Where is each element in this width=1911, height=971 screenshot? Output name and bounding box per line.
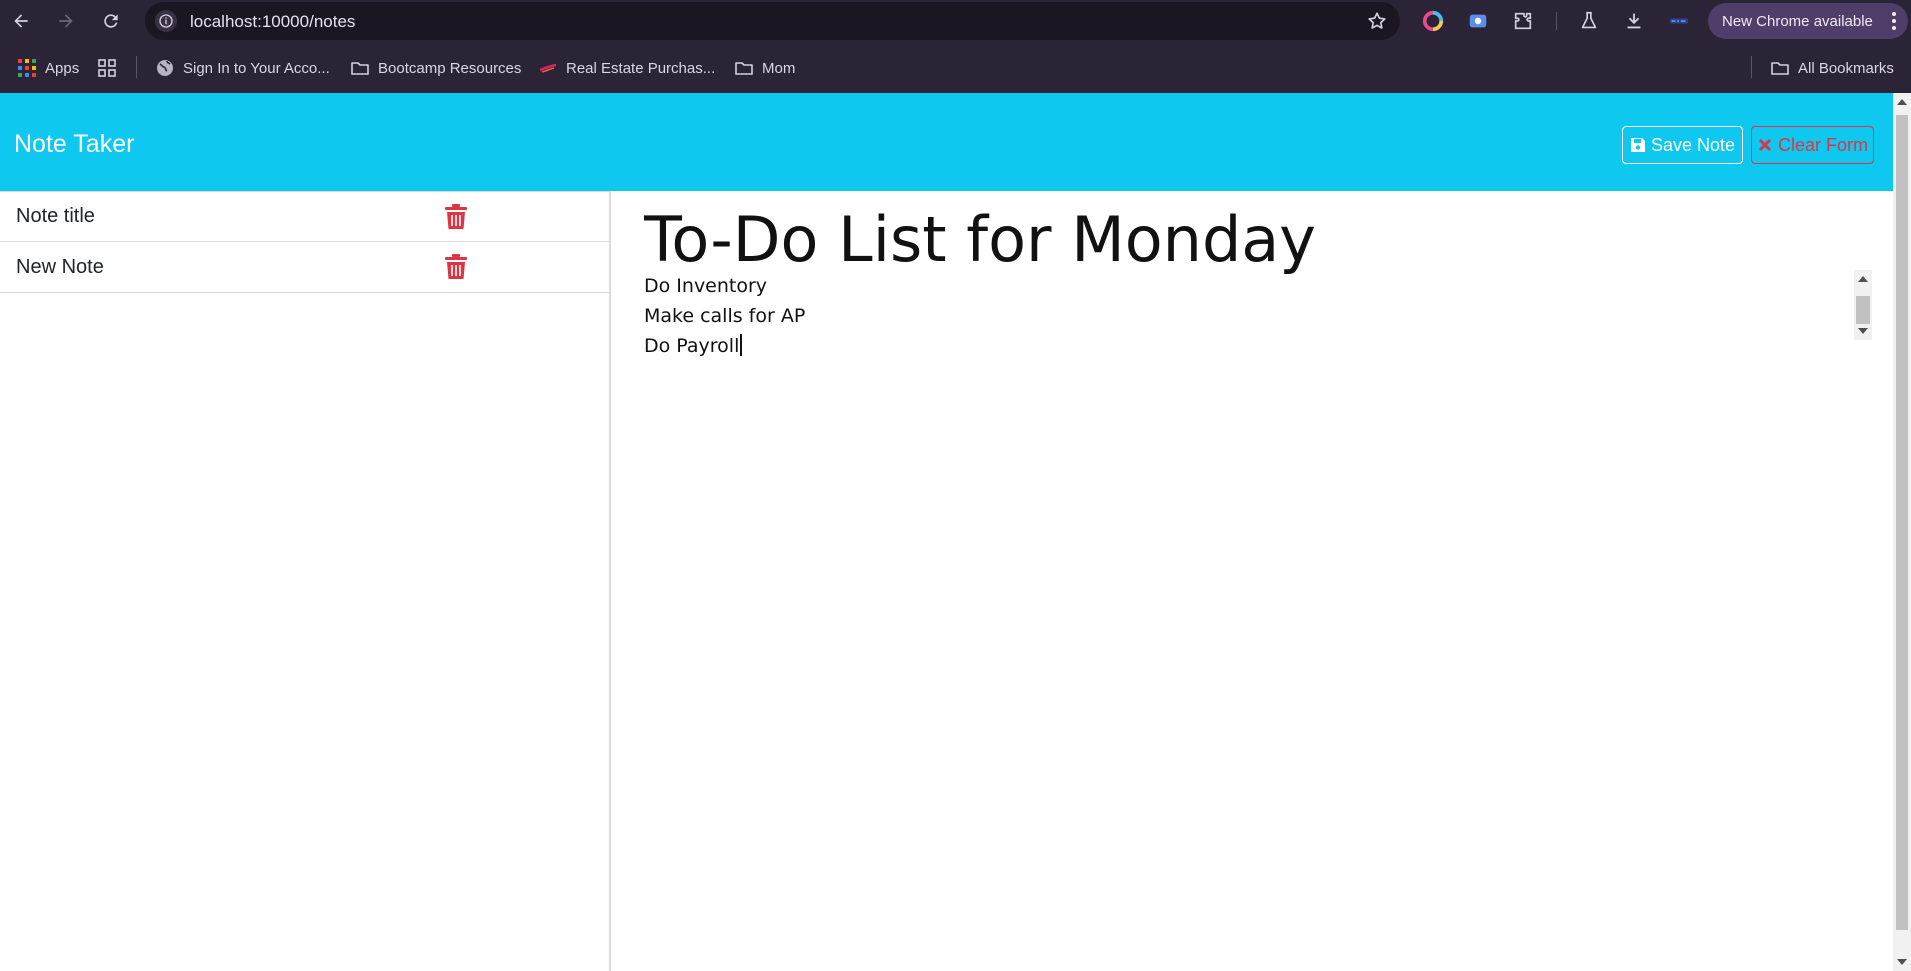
forward-button[interactable] xyxy=(49,4,83,38)
note-list-title[interactable]: Note title xyxy=(16,205,95,228)
scroll-up-arrow-icon[interactable] xyxy=(1897,99,1907,105)
note-list-title[interactable]: New Note xyxy=(16,256,104,279)
folder-icon xyxy=(1771,62,1789,75)
bookmark-real-estate[interactable]: Real Estate Purchas... xyxy=(538,57,715,79)
arrow-right-icon xyxy=(59,14,73,28)
note-text-area[interactable]: Do Inventory Make calls for AP Do Payrol… xyxy=(644,271,1844,361)
app-navbar: Note Taker Save Note Clear Form xyxy=(0,93,1893,191)
arrow-left-icon xyxy=(14,14,28,28)
scroll-down-arrow-icon[interactable] xyxy=(1897,959,1907,965)
bookmark-label: Bootcamp Resources xyxy=(378,59,522,77)
note-line: Do Payroll xyxy=(644,335,740,357)
back-button[interactable] xyxy=(4,4,38,38)
bookmark-label: Apps xyxy=(45,59,80,77)
bookmark-label: Real Estate Purchas... xyxy=(566,59,716,77)
clear-form-button[interactable]: Clear Form xyxy=(1751,126,1874,164)
bookmarks-divider xyxy=(1751,56,1752,78)
scroll-down-arrow-icon[interactable] xyxy=(1858,328,1868,334)
note-line-current: Do Payroll xyxy=(644,331,1844,361)
clear-form-label: Clear Form xyxy=(1777,134,1868,155)
downloads-icon[interactable] xyxy=(1622,9,1646,33)
note-line: Do Inventory xyxy=(644,275,768,297)
bookmark-apps[interactable]: Apps xyxy=(17,57,79,79)
reload-button[interactable] xyxy=(94,4,128,38)
notes-list: Note title New Note xyxy=(0,191,611,971)
color-extension-icon[interactable] xyxy=(1421,9,1445,33)
bookmark-bootcamp-resources[interactable]: Bootcamp Resources xyxy=(350,57,521,79)
apps-grid-icon xyxy=(18,59,36,77)
bookmark-sign-in[interactable]: Sign In to Your Acco... xyxy=(155,57,330,79)
globe-icon xyxy=(157,60,173,76)
trash-icon[interactable] xyxy=(444,254,468,280)
update-label: New Chrome available xyxy=(1722,12,1873,30)
note-editor: To-Do List for Monday Do Inventory Make … xyxy=(613,191,1893,971)
scroll-thumb[interactable] xyxy=(1856,296,1870,324)
floppy-disk-icon xyxy=(1630,138,1645,152)
note-taker-app: Note Taker Save Note Clear Form Note tit… xyxy=(0,93,1893,971)
toolbar-divider xyxy=(1556,12,1557,30)
new-chrome-available-button[interactable]: New Chrome available xyxy=(1708,3,1908,39)
scroll-up-arrow-icon[interactable] xyxy=(1858,276,1868,282)
save-note-button[interactable]: Save Note xyxy=(1622,126,1743,164)
folder-icon xyxy=(735,62,753,75)
red-swoosh-icon xyxy=(539,63,557,73)
site-info-icon[interactable] xyxy=(155,10,177,32)
tab-groups-button[interactable] xyxy=(97,57,125,79)
extensions-puzzle-icon[interactable] xyxy=(1511,9,1535,33)
screen-capture-extension-icon[interactable] xyxy=(1466,9,1490,33)
bookmarks-bar: Apps Sign In to Your Acco... Bootcamp Re… xyxy=(0,42,1911,93)
reload-icon xyxy=(104,14,118,28)
grid-icon xyxy=(98,59,116,77)
all-bookmarks-label: All Bookmarks xyxy=(1798,59,1894,77)
save-note-label: Save Note xyxy=(1650,134,1736,155)
text-caret xyxy=(740,334,743,356)
page-scrollbar[interactable] xyxy=(1893,93,1911,971)
app-brand[interactable]: Note Taker xyxy=(14,129,134,159)
browser-toolbar: localhost:10000/notes New Chrome availab… xyxy=(0,0,1911,42)
list-item[interactable]: New Note xyxy=(0,242,609,293)
url-text[interactable]: localhost:10000/notes xyxy=(190,12,355,32)
labs-flask-icon[interactable] xyxy=(1577,9,1601,33)
bookmark-mom[interactable]: Mom xyxy=(734,57,795,79)
bookmark-label: Sign In to Your Acco... xyxy=(183,59,330,77)
note-title-input[interactable]: To-Do List for Monday xyxy=(644,205,1316,277)
textarea-scrollbar[interactable] xyxy=(1854,270,1872,340)
bookmarks-divider xyxy=(136,56,137,78)
note-line: Make calls for AP xyxy=(644,305,806,327)
address-bar[interactable]: localhost:10000/notes xyxy=(145,2,1400,40)
profile-avatar-icon[interactable] xyxy=(1667,9,1691,33)
folder-icon xyxy=(351,62,369,75)
kebab-menu-icon xyxy=(1892,12,1896,30)
list-item[interactable]: Note title xyxy=(0,191,609,242)
bookmark-star-icon[interactable] xyxy=(1366,10,1388,32)
all-bookmarks[interactable]: All Bookmarks xyxy=(1770,57,1894,79)
bookmark-label: Mom xyxy=(762,59,796,77)
close-x-icon xyxy=(1758,138,1772,152)
scroll-thumb[interactable] xyxy=(1896,115,1908,930)
trash-icon[interactable] xyxy=(444,204,468,230)
